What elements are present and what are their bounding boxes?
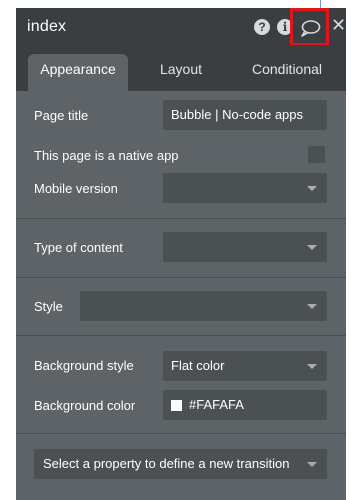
chevron-down-icon <box>307 462 317 467</box>
section-divider <box>16 335 346 336</box>
panel-title: index <box>27 18 67 35</box>
tab-conditional[interactable]: Conditional <box>234 54 340 91</box>
question-mark-icon[interactable]: ? <box>254 19 270 35</box>
native-app-label: This page is a native app <box>34 148 179 163</box>
transition-property-dropdown[interactable]: Select a property to define a new transi… <box>34 449 327 479</box>
chevron-down-icon <box>307 304 317 309</box>
type-of-content-label: Type of content <box>34 240 123 255</box>
chevron-down-icon <box>307 245 317 250</box>
type-of-content-dropdown[interactable] <box>163 232 327 262</box>
style-dropdown[interactable] <box>80 291 327 321</box>
background-style-dropdown[interactable]: Flat color <box>163 351 327 381</box>
mobile-version-dropdown[interactable] <box>163 173 327 203</box>
page-title-input[interactable]: Bubble | No-code apps <box>163 100 327 130</box>
page-title-label: Page title <box>34 108 89 123</box>
background-style-label: Background style <box>34 358 134 373</box>
background-color-value: #FAFAFA <box>189 397 244 412</box>
property-editor-panel: index ? i ✕ Appearance Layout Conditiona… <box>16 8 346 500</box>
style-label: Style <box>34 299 63 314</box>
background-color-picker[interactable]: #FAFAFA <box>163 390 327 420</box>
mobile-version-label: Mobile version <box>34 181 118 196</box>
close-icon[interactable]: ✕ <box>331 15 346 36</box>
chevron-down-icon <box>307 186 317 191</box>
color-swatch[interactable] <box>171 400 182 411</box>
chevron-down-icon <box>307 364 317 369</box>
page: index ? i ✕ Appearance Layout Conditiona… <box>0 0 353 500</box>
tab-appearance[interactable]: Appearance <box>28 54 128 91</box>
tab-bar: Appearance Layout Conditional <box>16 45 346 91</box>
tab-layout[interactable]: Layout <box>146 54 216 91</box>
highlight-annotation <box>290 8 329 46</box>
background-style-value: Flat color <box>171 358 225 373</box>
panel-header: index ? i ✕ <box>16 8 346 46</box>
section-divider <box>16 218 346 219</box>
section-divider <box>16 433 346 434</box>
transition-placeholder: Select a property to define a new transi… <box>43 456 290 471</box>
section-divider <box>16 277 346 278</box>
native-app-checkbox[interactable] <box>308 146 325 163</box>
background-color-label: Background color <box>34 398 136 413</box>
